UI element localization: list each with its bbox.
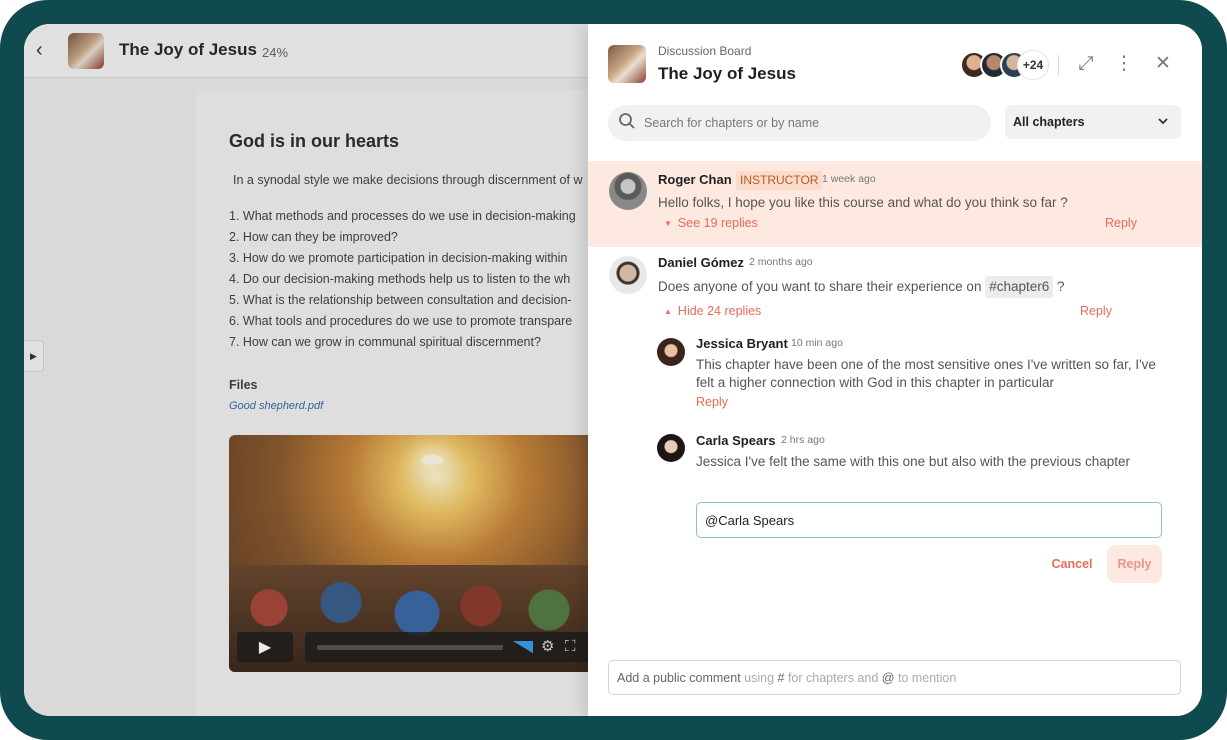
reply-link[interactable]: Reply xyxy=(1080,304,1112,318)
participants-avatars[interactable]: +24 xyxy=(960,51,1050,79)
hide-replies-toggle[interactable]: ▲ Hide 24 replies xyxy=(664,304,761,318)
see-replies-toggle[interactable]: ▼ See 19 replies xyxy=(664,216,758,230)
device-frame: ‹ The Joy of Jesus 24% ▶ God is in our h… xyxy=(0,0,1227,740)
comment-message: Does anyone of you want to share their e… xyxy=(658,276,1178,298)
comment-placeholder-main: Add a public comment xyxy=(617,671,741,685)
reply-link[interactable]: Reply xyxy=(1105,216,1137,230)
avatar xyxy=(609,172,647,210)
hide-replies-label: Hide 24 replies xyxy=(677,304,762,318)
at-symbol: @ xyxy=(881,671,895,685)
more-vertical-icon[interactable]: ⋮ xyxy=(1112,52,1136,76)
reply-link[interactable]: Reply xyxy=(696,395,728,409)
see-replies-label: See 19 replies xyxy=(677,216,758,230)
overlay-dim xyxy=(24,24,588,716)
public-comment-input[interactable]: Add a public comment using # for chapter… xyxy=(608,660,1181,695)
message-text: ? xyxy=(1053,279,1065,294)
comment-placeholder: Add a public comment using # for chapter… xyxy=(617,671,956,685)
close-icon[interactable]: ✕ xyxy=(1151,52,1175,76)
avatar xyxy=(657,434,685,462)
search-bar xyxy=(608,105,991,141)
comment-time: 10 min ago xyxy=(791,337,843,349)
chapter-tag[interactable]: #chapter6 xyxy=(985,276,1054,298)
search-input[interactable] xyxy=(644,105,984,141)
participants-more-count[interactable]: +24 xyxy=(1018,51,1048,79)
comment-time: 2 months ago xyxy=(749,256,813,268)
board-title: The Joy of Jesus xyxy=(658,64,796,83)
comment-author[interactable]: Carla Spears xyxy=(696,433,776,448)
board-thumbnail xyxy=(608,45,646,83)
expand-icon[interactable]: ⤢ xyxy=(1074,52,1098,76)
avatar xyxy=(657,338,685,366)
discussion-panel: Discussion Board The Joy of Jesus +24 ⤢ … xyxy=(588,24,1202,716)
chapter-filter-value: All chapters xyxy=(1013,115,1085,129)
caret-up-icon: ▲ xyxy=(664,307,672,316)
header-divider xyxy=(1058,55,1059,75)
comment-author[interactable]: Daniel Gómez xyxy=(658,255,744,270)
comment-author[interactable]: Roger Chan xyxy=(658,172,732,187)
board-label: Discussion Board xyxy=(658,44,752,58)
comment-message: Jessica I've felt the same with this one… xyxy=(696,454,1131,469)
comment-placeholder-hint: for chapters and xyxy=(784,671,882,685)
reply-input[interactable] xyxy=(696,502,1162,538)
chevron-down-icon xyxy=(1157,112,1169,132)
message-text: Does anyone of you want to share their e… xyxy=(658,279,986,294)
instructor-badge: INSTRUCTOR xyxy=(736,171,823,190)
comment-placeholder-hint: using xyxy=(740,671,778,685)
reply-submit-button[interactable]: Reply xyxy=(1107,545,1162,583)
caret-down-icon: ▼ xyxy=(664,219,672,228)
comment-time: 2 hrs ago xyxy=(781,434,825,446)
comment-placeholder-hint: to mention xyxy=(894,671,957,685)
search-icon xyxy=(618,112,638,132)
avatar xyxy=(609,256,647,294)
cancel-button[interactable]: Cancel xyxy=(1040,546,1104,582)
comment-message: This chapter have been one of the most s… xyxy=(696,357,1156,390)
comment-time: 1 week ago xyxy=(822,173,876,185)
comment-author[interactable]: Jessica Bryant xyxy=(696,336,788,351)
course-view: ‹ The Joy of Jesus 24% ▶ God is in our h… xyxy=(24,24,629,716)
app-screen: ‹ The Joy of Jesus 24% ▶ God is in our h… xyxy=(24,24,1202,716)
chapter-filter-select[interactable]: All chapters xyxy=(1005,105,1181,139)
comment-message: Hello folks, I hope you like this course… xyxy=(658,195,1068,210)
